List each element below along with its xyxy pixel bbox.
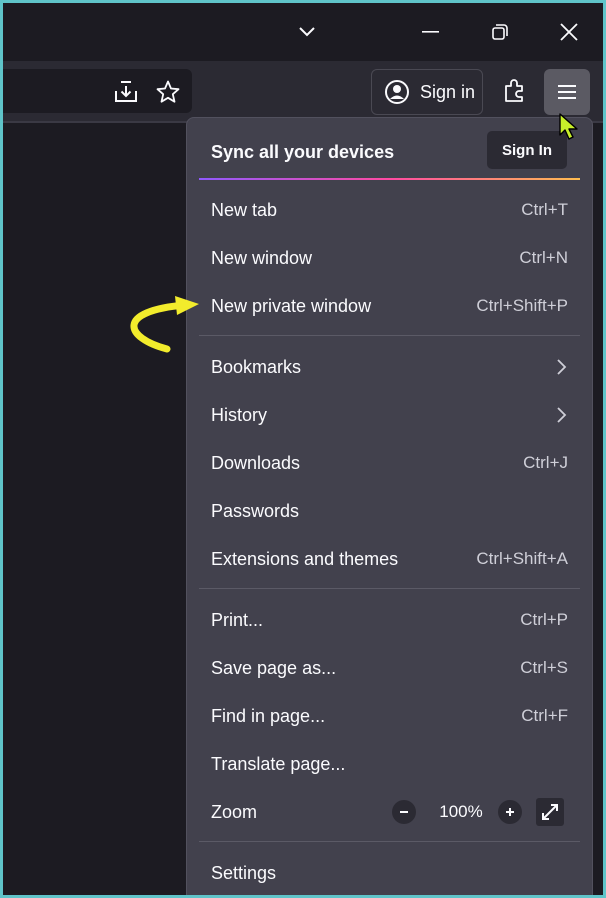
menu-item-shortcut: Ctrl+S [520,658,568,677]
app-menu-panel: Sync all your devices Sign In New tab Ct… [186,117,593,895]
chevron-right-icon [557,359,567,375]
chevron-right-icon [557,407,567,423]
menu-item-bookmarks[interactable]: Bookmarks [199,345,580,389]
menu-item-label: Downloads [211,453,301,473]
zoom-controls: 100% [392,798,568,828]
restore-icon [492,24,508,40]
menu-item-label: Print... [211,610,264,630]
menu-item-label: Extensions and themes [211,549,399,569]
menu-item-shortcut: Ctrl+N [519,248,568,267]
menu-item-label: Passwords [211,501,300,521]
sync-title: Sync all your devices [211,142,395,162]
zoom-out-button[interactable] [392,800,416,824]
browser-window: Sign in Sync all your devices Sign In Ne… [3,3,603,895]
account-icon [384,79,410,105]
menu-item-downloads[interactable]: Downloads Ctrl+J [199,441,580,485]
menu-separator [199,335,580,336]
menu-item-save-page-as[interactable]: Save page as... Ctrl+S [199,646,580,690]
menu-item-new-window[interactable]: New window Ctrl+N [199,236,580,280]
menu-item-translate-page[interactable]: Translate page... [199,742,580,786]
menu-item-label: Zoom [211,802,258,822]
zoom-reset-button[interactable]: 100% [430,802,492,822]
chevron-down-icon [299,27,315,37]
menu-item-label: Bookmarks [211,357,302,377]
sync-sign-in-button[interactable]: Sign In [487,131,567,169]
star-icon [156,80,180,103]
menu-item-label: History [211,405,268,425]
minimize-icon [422,31,439,33]
extensions-button[interactable] [499,73,533,107]
menu-item-shortcut: Ctrl+F [521,706,568,725]
bookmark-star-button[interactable] [155,79,181,105]
minus-icon [400,811,408,813]
menu-item-shortcut: Ctrl+P [520,610,568,629]
menu-item-shortcut: Ctrl+J [523,453,568,472]
menu-item-new-private-window[interactable]: New private window Ctrl+Shift+P [199,284,580,328]
account-sign-in-button[interactable]: Sign in [371,69,483,115]
save-to-pocket-button[interactable] [113,79,139,105]
menu-item-history[interactable]: History [199,393,580,437]
menu-item-shortcut: Ctrl+T [521,200,568,219]
sync-gradient-separator [199,178,580,180]
list-all-tabs-button[interactable] [277,3,337,61]
fullscreen-icon [542,804,558,820]
restore-button[interactable] [470,3,530,61]
close-icon [560,23,578,41]
menu-item-label: Settings [211,863,277,883]
fullscreen-button[interactable] [536,798,564,826]
menu-item-extensions-and-themes[interactable]: Extensions and themes Ctrl+Shift+A [199,537,580,581]
highlight-arrow-annotation [130,296,199,353]
navigation-toolbar: Sign in [3,61,603,121]
menu-item-label: Translate page... [211,754,346,774]
menu-item-shortcut: Ctrl+Shift+A [476,549,568,568]
url-bar[interactable] [3,69,192,113]
zoom-in-button[interactable] [498,800,522,824]
menu-item-shortcut: Ctrl+Shift+P [476,296,568,315]
menu-item-label: Save page as... [211,658,337,678]
menu-item-print[interactable]: Print... Ctrl+P [199,598,580,642]
menu-item-zoom: Zoom 100% [199,790,580,834]
menu-item-label: New window [211,248,313,268]
title-bar [3,3,603,61]
sign-in-label: Sign in [420,81,476,102]
close-button[interactable] [539,3,599,61]
minimize-button[interactable] [401,3,461,61]
plus-icon [506,808,514,816]
menu-item-label: Find in page... [211,706,326,726]
menu-item-label: New tab [211,200,278,220]
menu-item-find-in-page[interactable]: Find in page... Ctrl+F [199,694,580,738]
menu-item-new-tab[interactable]: New tab Ctrl+T [199,188,580,232]
menu-separator [199,588,580,589]
app-menu-button[interactable] [544,69,590,115]
menu-item-settings[interactable]: Settings [199,851,580,895]
hamburger-menu-icon [558,85,576,99]
menu-item-label: New private window [211,296,372,316]
mouse-cursor-icon [559,113,578,140]
menu-separator [199,841,580,842]
extensions-icon [505,79,523,102]
download-icon [115,81,137,102]
menu-item-passwords[interactable]: Passwords [199,489,580,533]
